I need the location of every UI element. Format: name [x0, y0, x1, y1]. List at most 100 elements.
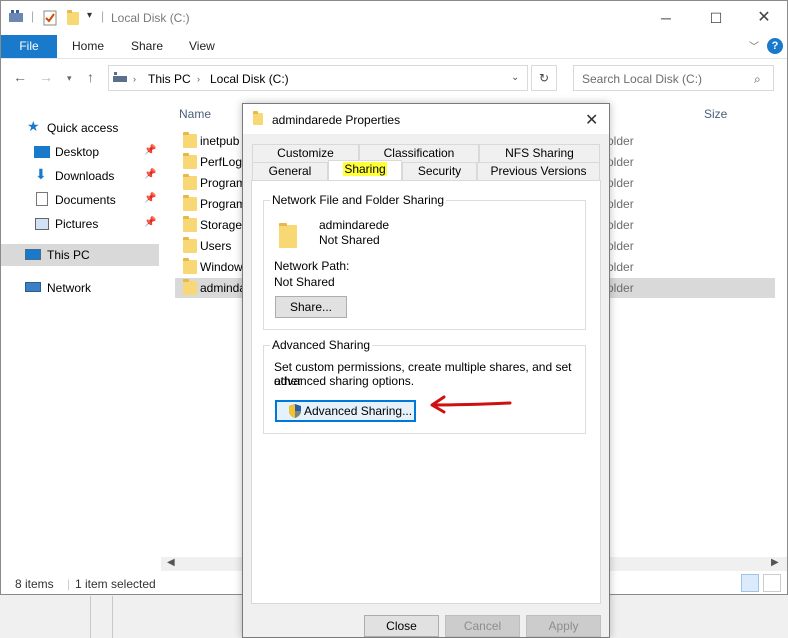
breadcrumb-local-disk[interactable]: Local Disk (C:) [210, 72, 289, 86]
cancel-button[interactable]: Cancel [445, 615, 520, 637]
large-icons-view-icon[interactable] [763, 574, 781, 592]
shared-folder-icon [279, 223, 297, 248]
tab-view[interactable]: View [189, 35, 215, 58]
minimize-button[interactable]: ─ [651, 6, 681, 30]
tab-previous-versions[interactable]: Previous Versions [477, 162, 600, 180]
nav-label: Desktop [55, 145, 100, 159]
file-name: inetpub [200, 134, 240, 148]
uac-shield-icon [289, 404, 301, 418]
tab-security[interactable]: Security [402, 162, 477, 180]
nav-label: Documents [55, 193, 116, 207]
advanced-sharing-group: Advanced Sharing Set custom permissions,… [263, 338, 586, 434]
folder-icon [183, 195, 197, 211]
nav-label: Quick access [47, 121, 119, 135]
breadcrumb-chevron: › [197, 74, 200, 84]
search-input[interactable]: Search Local Disk (C:) ⌕ [573, 65, 774, 91]
title-separator: | [31, 9, 35, 23]
nav-downloads[interactable]: ⬇ Downloads 📌 [1, 165, 159, 187]
nav-pictures[interactable]: Pictures 📌 [1, 213, 159, 235]
divider [112, 596, 113, 638]
column-header-size[interactable]: Size [704, 107, 727, 121]
breadcrumb-this-pc[interactable]: This PC [148, 72, 191, 86]
nav-label: Downloads [55, 169, 115, 183]
folder-icon [183, 132, 197, 148]
file-name: Users [200, 239, 232, 253]
advanced-sharing-label: Advanced Sharing... [304, 404, 413, 418]
dialog-title-bar: admindarede Properties ✕ [243, 104, 609, 134]
address-dropdown-icon[interactable]: ⌄ [511, 72, 519, 83]
file-type: older [607, 155, 634, 169]
folder-icon [183, 237, 197, 253]
tab-home[interactable]: Home [72, 35, 104, 58]
network-icon [25, 282, 41, 292]
refresh-button[interactable]: ↻ [531, 65, 557, 91]
pin-icon[interactable]: 📌 [144, 193, 156, 204]
up-arrow-icon[interactable]: ↑ [87, 69, 94, 85]
back-arrow-icon[interactable]: ← [13, 69, 27, 85]
details-view-icon[interactable] [741, 574, 759, 592]
network-path-value: Not Shared [274, 275, 335, 289]
tab-general[interactable]: General [252, 162, 328, 180]
dialog-title: admindarede Properties [272, 113, 401, 127]
close-window-button[interactable]: ✕ [749, 6, 779, 30]
pin-icon[interactable]: 📌 [144, 169, 156, 180]
dialog-close-icon[interactable]: ✕ [585, 110, 598, 130]
file-name: Program [200, 176, 247, 190]
scroll-right-icon[interactable]: ▶ [771, 557, 779, 568]
nav-network[interactable]: Network [1, 277, 159, 299]
network-path-label: Network Path: [274, 259, 350, 273]
folder-icon [183, 258, 197, 274]
folder-icon [183, 216, 197, 232]
close-button[interactable]: Close [364, 615, 439, 637]
address-row: ← → ▾ ↑ › This PC › Local Disk (C:) ⌄ ↻ … [1, 61, 787, 97]
share-state: Not Shared [319, 233, 380, 247]
ribbon-tabs: File Home Share View ﹀ ? [1, 35, 787, 59]
advanced-sharing-button[interactable]: Advanced Sharing... [275, 400, 416, 422]
sharing-tab-panel: Network File and Folder Sharing admindar… [251, 180, 601, 604]
expand-ribbon-icon[interactable]: ﹀ [749, 38, 759, 53]
pin-icon[interactable]: 📌 [144, 145, 156, 156]
search-placeholder: Search Local Disk (C:) [582, 72, 703, 86]
computer-icon [25, 249, 41, 260]
nav-documents[interactable]: Documents 📌 [1, 189, 159, 211]
apply-button[interactable]: Apply [526, 615, 601, 637]
forward-arrow-icon[interactable]: → [39, 69, 53, 85]
advanced-sharing-description: advanced sharing options. [274, 374, 415, 388]
nav-desktop[interactable]: Desktop 📌 [1, 141, 159, 163]
pin-icon[interactable]: 📌 [144, 217, 156, 228]
network-sharing-group: Network File and Folder Sharing admindar… [263, 193, 586, 330]
tab-sharing-label: Sharing [343, 162, 387, 176]
pictures-icon [35, 218, 49, 230]
nav-quick-access[interactable]: ★ Quick access [1, 117, 159, 139]
tab-share[interactable]: Share [131, 35, 163, 58]
folder-name: admindarede [319, 218, 390, 232]
folder-icon [183, 279, 197, 295]
properties-icon[interactable] [43, 10, 57, 26]
file-type: older [607, 176, 634, 190]
file-name: Program [200, 197, 247, 211]
download-arrow-icon: ⬇ [35, 166, 47, 182]
tab-sharing[interactable]: Sharing [328, 160, 402, 180]
file-type: older [607, 197, 634, 211]
nav-label: Pictures [55, 217, 99, 231]
file-type: older [607, 134, 634, 148]
file-type: older [607, 218, 634, 232]
nav-label: This PC [47, 248, 90, 262]
tab-file[interactable]: File [1, 35, 57, 58]
recent-locations-icon[interactable]: ▾ [67, 73, 72, 84]
explorer-app-icon [9, 10, 23, 22]
breadcrumb-chevron: › [133, 74, 136, 84]
address-bar[interactable]: › This PC › Local Disk (C:) ⌄ [108, 65, 528, 91]
nav-this-pc[interactable]: This PC [1, 244, 159, 266]
folder-icon [253, 111, 263, 125]
status-separator: | [67, 577, 71, 591]
customize-toolbar-icon[interactable]: ▾ [87, 10, 92, 21]
maximize-button[interactable]: ☐ [701, 6, 731, 30]
share-button[interactable]: Share... [275, 296, 347, 318]
group-label: Advanced Sharing [270, 338, 373, 352]
tab-nfs-sharing[interactable]: NFS Sharing [479, 144, 600, 162]
help-icon[interactable]: ? [767, 38, 783, 54]
new-folder-icon[interactable] [67, 10, 79, 25]
scroll-left-icon[interactable]: ◀ [167, 557, 175, 568]
column-header-name[interactable]: Name [179, 107, 211, 121]
